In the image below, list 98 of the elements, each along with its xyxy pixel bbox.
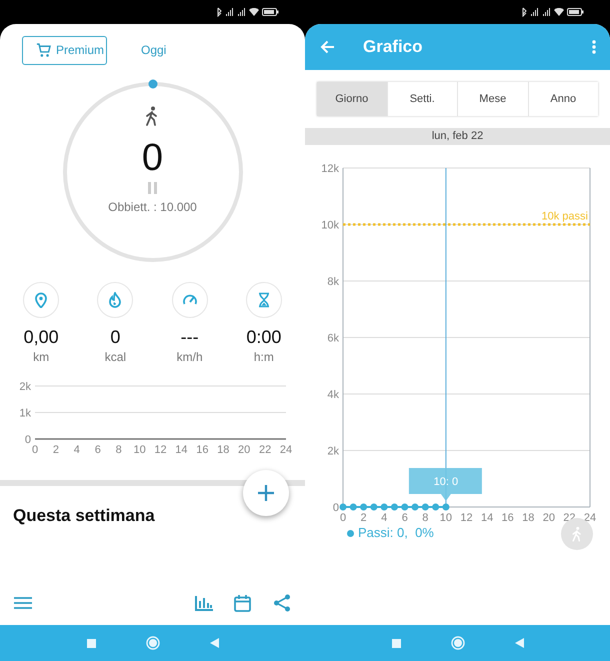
back-icon[interactable] [210, 638, 218, 648]
stat-value: --- [180, 326, 199, 348]
x-tick-label: 24 [280, 444, 292, 456]
stat-value: 0:00 [246, 326, 282, 348]
walker-icon [571, 526, 583, 542]
x-tick-label: 14 [480, 512, 494, 523]
data-point [360, 504, 368, 510]
x-tick-label: 24 [584, 512, 596, 523]
annotation: 10: 0 [434, 476, 458, 488]
y-tick-label: 4k [327, 389, 339, 401]
x-tick-label: 8 [422, 512, 428, 523]
stat-value: 0 [110, 326, 120, 348]
y-tick-label: 0 [24, 434, 31, 446]
back-arrow-icon[interactable] [320, 40, 335, 54]
period-tab[interactable]: Setti. [386, 82, 457, 116]
x-tick-label: 10 [440, 512, 452, 523]
add-button[interactable] [243, 470, 289, 516]
wifi-icon [249, 8, 259, 16]
y-tick-label: 8k [327, 276, 339, 288]
stat-unit: km/h [176, 349, 203, 366]
signal-icon [542, 7, 551, 17]
bar-chart-icon[interactable] [195, 595, 213, 611]
period-tab[interactable]: Mese [457, 82, 528, 116]
stat-unit: km [33, 349, 50, 366]
stat-unit: kcal [104, 349, 126, 366]
home-icon[interactable] [146, 636, 160, 650]
goal-label: Obbiett. : 10.000 [108, 199, 197, 216]
period-tab[interactable]: Anno [528, 82, 598, 116]
period-tab[interactable]: Giorno [317, 82, 386, 116]
x-tick-label: 6 [402, 512, 408, 523]
home-icon[interactable] [450, 636, 464, 650]
x-tick-label: 2 [52, 444, 59, 456]
pause-icon[interactable] [148, 182, 157, 194]
battery-icon [567, 8, 584, 16]
data-point [380, 504, 388, 510]
back-icon[interactable] [514, 638, 524, 648]
signal-icon [237, 7, 246, 17]
x-tick-label: 12 [154, 444, 167, 456]
calendar-icon[interactable] [234, 594, 251, 612]
x-tick-label: 4 [381, 512, 388, 523]
y-tick-label: 12k [321, 163, 339, 175]
progress-dot [148, 80, 157, 88]
legend-dot-icon [347, 530, 354, 536]
menu-icon[interactable] [14, 596, 32, 610]
bluetooth-icon [522, 7, 527, 17]
y-tick-label: 10k [321, 220, 339, 232]
data-point [370, 504, 378, 510]
x-tick-label: 4 [74, 444, 80, 456]
y-tick-label: 0 [332, 502, 339, 514]
data-point [340, 504, 346, 510]
section-title: Questa settimana [13, 505, 155, 528]
x-tick-label: 12 [460, 512, 473, 523]
x-tick-label: 18 [217, 444, 230, 456]
date-bar: lun, feb 22 [305, 128, 610, 145]
chart-legend: Passi: 0, 0% [358, 523, 434, 543]
goal-label: 10k passi [542, 210, 588, 222]
x-tick-label: 16 [196, 444, 208, 456]
y-tick-label: 1k [19, 408, 31, 420]
data-point [422, 504, 429, 510]
x-tick-label: 20 [238, 444, 250, 456]
value-tooltip: 10: 0 [408, 468, 482, 501]
y-tick-label: 2k [19, 381, 31, 393]
flame-icon [107, 292, 124, 308]
x-tick-label: 2 [360, 512, 367, 523]
data-point [401, 504, 408, 510]
cart-icon [35, 42, 53, 58]
recents-icon[interactable] [86, 638, 96, 648]
x-tick-label: 16 [502, 512, 514, 523]
data-point [412, 504, 419, 510]
y-tick-label: 2k [327, 446, 339, 458]
x-tick-label: 20 [542, 512, 555, 523]
x-tick-label: 0 [340, 512, 346, 523]
recents-icon[interactable] [392, 638, 400, 648]
battery-icon [262, 8, 279, 16]
data-point [432, 504, 440, 510]
plus-icon [257, 484, 275, 502]
x-tick-label: 10 [133, 444, 146, 456]
x-tick-label: 22 [258, 444, 272, 456]
x-tick-label: 18 [522, 512, 534, 523]
step-count: 0 [142, 136, 164, 180]
signal-icon [225, 7, 234, 17]
signal-icon [530, 7, 539, 17]
bluetooth-icon [217, 7, 222, 17]
y-tick-label: 6k [327, 332, 339, 344]
data-point [350, 504, 357, 510]
share-icon[interactable] [273, 594, 291, 612]
data-point [390, 504, 398, 510]
x-tick-label: 0 [32, 444, 38, 456]
data-point [442, 504, 450, 510]
more-icon[interactable] [592, 40, 596, 54]
screen-title: Grafico [363, 36, 423, 58]
x-tick-label: 6 [94, 444, 101, 456]
stat-value: 0,00 [24, 326, 59, 348]
wifi-icon [554, 8, 564, 16]
stat-unit: h:m [254, 349, 274, 366]
location-pin-icon [33, 292, 50, 308]
x-tick-label: 8 [116, 444, 122, 456]
x-tick-label: 14 [175, 444, 188, 456]
